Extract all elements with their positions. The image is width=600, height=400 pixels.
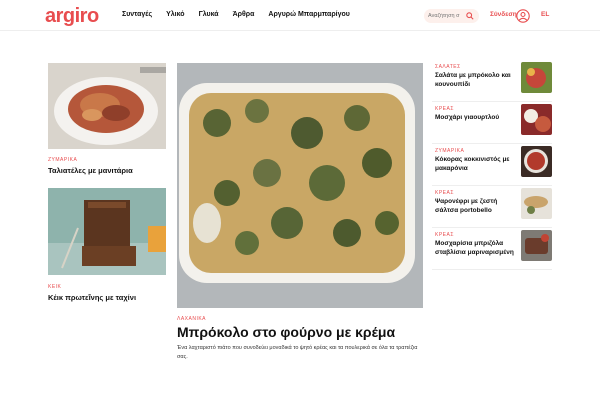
list-item[interactable]: ΚΡΕΑΣ Μοσχάρι γιαουρτλού <box>432 104 552 144</box>
site-header: argiro Συνταγές Υλικό Γλυκά Άρθρα Αργυρώ… <box>0 0 600 31</box>
list-item-thumbnail[interactable] <box>521 146 552 177</box>
feature-category: ΛΑΧΑΝΙΚΑ <box>177 316 207 322</box>
nav-item-articles[interactable]: Άρθρα <box>233 11 255 18</box>
list-item-category: ΚΡΕΑΣ <box>435 106 454 112</box>
nav-item-ingredient[interactable]: Υλικό <box>166 11 184 18</box>
list-item[interactable]: ΣΑΛΑΤΕΣ Σαλάτα με μπρόκολο και κουνουπίδ… <box>432 62 552 102</box>
login-link[interactable]: Σύνδεση <box>490 11 517 18</box>
cake-image[interactable] <box>48 188 166 275</box>
main-nav: Συνταγές Υλικό Γλυκά Άρθρα Αργυρώ Μπαρμπ… <box>122 11 350 18</box>
list-item-title[interactable]: Κόκορας κοκκινιστός με μακαρόνια <box>435 156 517 174</box>
list-item[interactable]: ΖΥΜΑΡΙΚΑ Κόκορας κοκκινιστός με μακαρόνι… <box>432 146 552 186</box>
broccoli-feature-image[interactable] <box>177 63 423 308</box>
list-item-thumbnail[interactable] <box>521 62 552 93</box>
broccoli-photo <box>177 63 423 308</box>
search-icon[interactable] <box>466 12 474 20</box>
list-item-title[interactable]: Μοσχάρι γιαουρτλού <box>435 114 517 123</box>
list-item-thumbnail[interactable] <box>521 230 552 261</box>
list-item-category: ΣΑΛΑΤΕΣ <box>435 64 461 70</box>
card-title[interactable]: Ταλιατέλες με μανιτάρια <box>48 166 166 176</box>
list-item-title[interactable]: Μοσχαρίσια μπριζόλα σταβλίσια μαριναρισμ… <box>435 240 517 258</box>
list-item[interactable]: ΚΡΕΑΣ Μοσχαρίσια μπριζόλα σταβλίσια μαρι… <box>432 230 552 270</box>
list-item-title[interactable]: Ψαρονέφρι με ζεστή σάλτσα portobello <box>435 198 517 216</box>
list-item-thumbnail[interactable] <box>521 104 552 135</box>
nav-item-argiro[interactable]: Αργυρώ Μπαρμπαρίγου <box>268 11 349 18</box>
card-title[interactable]: Κέικ πρωτεΐνης με ταχίνι <box>48 293 166 303</box>
search-box <box>424 9 479 23</box>
search-input[interactable] <box>428 11 466 21</box>
card-category: ΖΥΜΑΡΙΚΑ <box>48 157 78 163</box>
list-item-category: ΖΥΜΑΡΙΚΑ <box>435 148 465 154</box>
user-icon[interactable] <box>516 9 530 23</box>
list-item-category: ΚΡΕΑΣ <box>435 232 454 238</box>
tagliatelle-photo <box>48 63 166 149</box>
logo[interactable]: argiro <box>45 5 99 28</box>
list-item[interactable]: ΚΡΕΑΣ Ψαρονέφρι με ζεστή σάλτσα portobel… <box>432 188 552 228</box>
feature-description: Ένα λαχταριστό πιάτο που συνοδεύει μοναδ… <box>177 345 418 360</box>
list-item-title[interactable]: Σαλάτα με μπρόκολο και κουνουπίδι <box>435 72 517 90</box>
cake-photo <box>48 188 166 275</box>
feature-title[interactable]: Μπρόκολο στο φούρνο με κρέμα <box>177 324 395 340</box>
nav-item-recipes[interactable]: Συνταγές <box>122 11 152 18</box>
card-category: ΚΕΙΚ <box>48 284 62 290</box>
tagliatelle-image[interactable] <box>48 63 166 149</box>
list-item-category: ΚΡΕΑΣ <box>435 190 454 196</box>
language-switch[interactable]: EL <box>541 11 549 18</box>
nav-item-sweets[interactable]: Γλυκά <box>199 11 219 18</box>
list-item-thumbnail[interactable] <box>521 188 552 219</box>
